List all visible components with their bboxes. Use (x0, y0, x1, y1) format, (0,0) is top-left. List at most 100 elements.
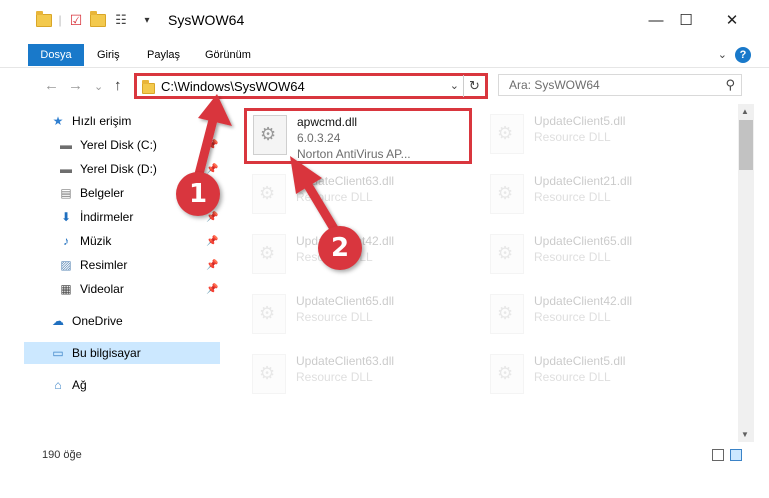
nav-item-label: Bu bilgisayar (72, 346, 141, 360)
pin-icon[interactable]: 📌 (206, 260, 218, 271)
file-name: UpdateClient65.dll (534, 234, 633, 248)
star-icon: ★ (52, 114, 64, 128)
nav-item-quick-access[interactable]: ★ Hızlı erişim (50, 110, 220, 132)
videos-icon: ▦ (60, 282, 72, 296)
up-button[interactable]: ↑ (114, 77, 122, 94)
file-item[interactable]: UpdateClient21.dll Resource DLL (484, 170, 714, 222)
dll-file-icon (253, 115, 287, 155)
tab-file[interactable]: Dosya (28, 44, 84, 66)
back-button[interactable]: ← (44, 77, 59, 94)
dll-file-icon (252, 174, 286, 214)
tab-view[interactable]: Görünüm (196, 44, 260, 66)
file-description: Resource DLL (534, 190, 611, 204)
recent-locations-button[interactable]: ⌄ (94, 80, 103, 93)
dll-file-icon (490, 354, 524, 394)
vertical-scrollbar[interactable]: ▲ ▼ (738, 104, 754, 442)
nav-item-label: OneDrive (72, 314, 123, 328)
dll-file-icon (252, 234, 286, 274)
scrollbar-thumb[interactable] (739, 120, 753, 170)
file-name: UpdateClient65.dll (296, 294, 395, 308)
window-title: SysWOW64 (168, 12, 245, 28)
file-item[interactable]: UpdateClient63.dll Resource DLL (246, 350, 476, 402)
file-version: 6.0.3.24 (297, 131, 341, 145)
file-description: Resource DLL (296, 370, 373, 384)
pin-icon[interactable]: 📌 (206, 236, 218, 247)
file-name: UpdateClient63.dll (296, 354, 395, 368)
music-icon: ♪ (63, 234, 69, 248)
expand-ribbon-icon[interactable]: ⌄ (718, 48, 727, 61)
scroll-down-icon[interactable]: ▼ (741, 430, 749, 439)
folder-icon (36, 10, 52, 29)
address-path[interactable]: C:\Windows\SysWOW64 (161, 79, 305, 94)
computer-icon: ▭ (52, 346, 64, 360)
separator: | (58, 13, 62, 27)
file-item[interactable]: UpdateClient65.dll Resource DLL (484, 230, 714, 282)
new-folder-icon[interactable] (90, 10, 106, 29)
network-icon: ⌂ (54, 378, 62, 392)
nav-item-label: Videolar (80, 282, 124, 296)
nav-item-local-disk-c[interactable]: ▬ Yerel Disk (C:) (58, 134, 220, 156)
maximize-button[interactable]: ☐ (666, 8, 706, 32)
file-name: UpdateClient63.dll (296, 174, 395, 188)
forward-button[interactable]: → (68, 77, 83, 94)
file-description: Resource DLL (296, 310, 373, 324)
navigation-pane: ★ Hızlı erişim ▬ Yerel Disk (C:) 📌 ▬ Yer… (0, 104, 224, 442)
step-2-badge: 2 (318, 226, 362, 270)
cloud-icon: ☁ (52, 314, 64, 328)
nav-item-label: İndirmeler (80, 210, 134, 224)
file-item[interactable]: UpdateClient42.dll Resource DLL (484, 290, 714, 342)
nav-item-label: Ağ (72, 378, 87, 392)
nav-item-label: Belgeler (80, 186, 125, 200)
dll-file-icon (252, 294, 286, 334)
pin-icon[interactable]: 📌 (206, 284, 218, 295)
dll-file-icon (490, 114, 524, 154)
ribbon: Dosya Giriş Paylaş Görünüm ⌄ ? (0, 40, 769, 68)
address-dropdown-icon[interactable]: ⌄ (450, 79, 459, 92)
large-icons-view-icon[interactable] (730, 449, 742, 461)
address-row: ← → ⌄ ↑ C:\Windows\SysWOW64 ⌄ ↻ Ara: Sys… (0, 68, 769, 104)
file-name: apwcmd.dll (297, 115, 358, 129)
refresh-button[interactable]: ↻ (463, 75, 485, 97)
nav-item-network[interactable]: ⌂ Ağ (50, 374, 220, 396)
nav-item-videos[interactable]: ▦ Videolar (58, 278, 220, 300)
address-bar[interactable]: C:\Windows\SysWOW64 ⌄ ↻ (134, 73, 488, 99)
close-button[interactable]: ✕ (712, 8, 752, 32)
quick-access-dropdown-icon[interactable]: ▾ (142, 11, 152, 29)
dll-file-icon (252, 354, 286, 394)
file-description: Resource DLL (534, 250, 611, 264)
documents-icon: ▤ (60, 186, 72, 200)
file-item[interactable]: UpdateClient65.dll Resource DLL (246, 290, 476, 342)
nav-item-pictures[interactable]: ▨ Resimler (58, 254, 220, 276)
nav-item-label: Müzik (80, 234, 112, 248)
file-description: Resource DLL (534, 130, 611, 144)
nav-item-this-pc[interactable]: ▭ Bu bilgisayar (24, 342, 220, 364)
file-description: Resource DLL (534, 310, 611, 324)
file-item-apwcmd[interactable]: apwcmd.dll 6.0.3.24 Norton AntiVirus AP.… (244, 108, 472, 164)
file-item[interactable]: UpdateClient5.dll Resource DLL (484, 350, 714, 402)
tab-home[interactable]: Giriş (88, 44, 129, 66)
search-input[interactable]: Ara: SysWOW64 ⚲ (498, 74, 742, 96)
properties-icon[interactable]: ☑ (68, 11, 84, 29)
file-list: apwcmd.dll 6.0.3.24 Norton AntiVirus AP.… (226, 104, 736, 442)
search-icon[interactable]: ⚲ (725, 77, 735, 93)
file-item[interactable]: UpdateClient42.dll Resource DLL (246, 230, 476, 282)
file-item[interactable]: UpdateClient63.dll Resource DLL (246, 170, 476, 222)
details-view-icon[interactable] (712, 449, 724, 461)
nav-item-onedrive[interactable]: ☁ OneDrive (50, 310, 220, 332)
nav-item-music[interactable]: ♪ Müzik (58, 230, 220, 252)
pin-icon[interactable]: 📌 (206, 140, 218, 151)
step-1-badge: 1 (176, 172, 220, 216)
customize-icon[interactable]: ☷ (112, 11, 130, 29)
file-item[interactable]: UpdateClient5.dll Resource DLL (484, 110, 714, 162)
status-bar: 190 öğe (0, 444, 769, 466)
scroll-up-icon[interactable]: ▲ (741, 107, 749, 116)
nav-item-label: Yerel Disk (D:) (80, 162, 157, 176)
title-bar: | ☑ ☷ ▾ SysWOW64 — ☐ ✕ (0, 0, 769, 40)
tab-share[interactable]: Paylaş (138, 44, 189, 66)
dll-file-icon (490, 294, 524, 334)
nav-item-label: Yerel Disk (C:) (80, 138, 157, 152)
file-name: UpdateClient5.dll (534, 354, 626, 368)
help-icon[interactable]: ? (735, 47, 751, 63)
search-placeholder: Ara: SysWOW64 (509, 78, 600, 92)
folder-icon (142, 80, 155, 94)
